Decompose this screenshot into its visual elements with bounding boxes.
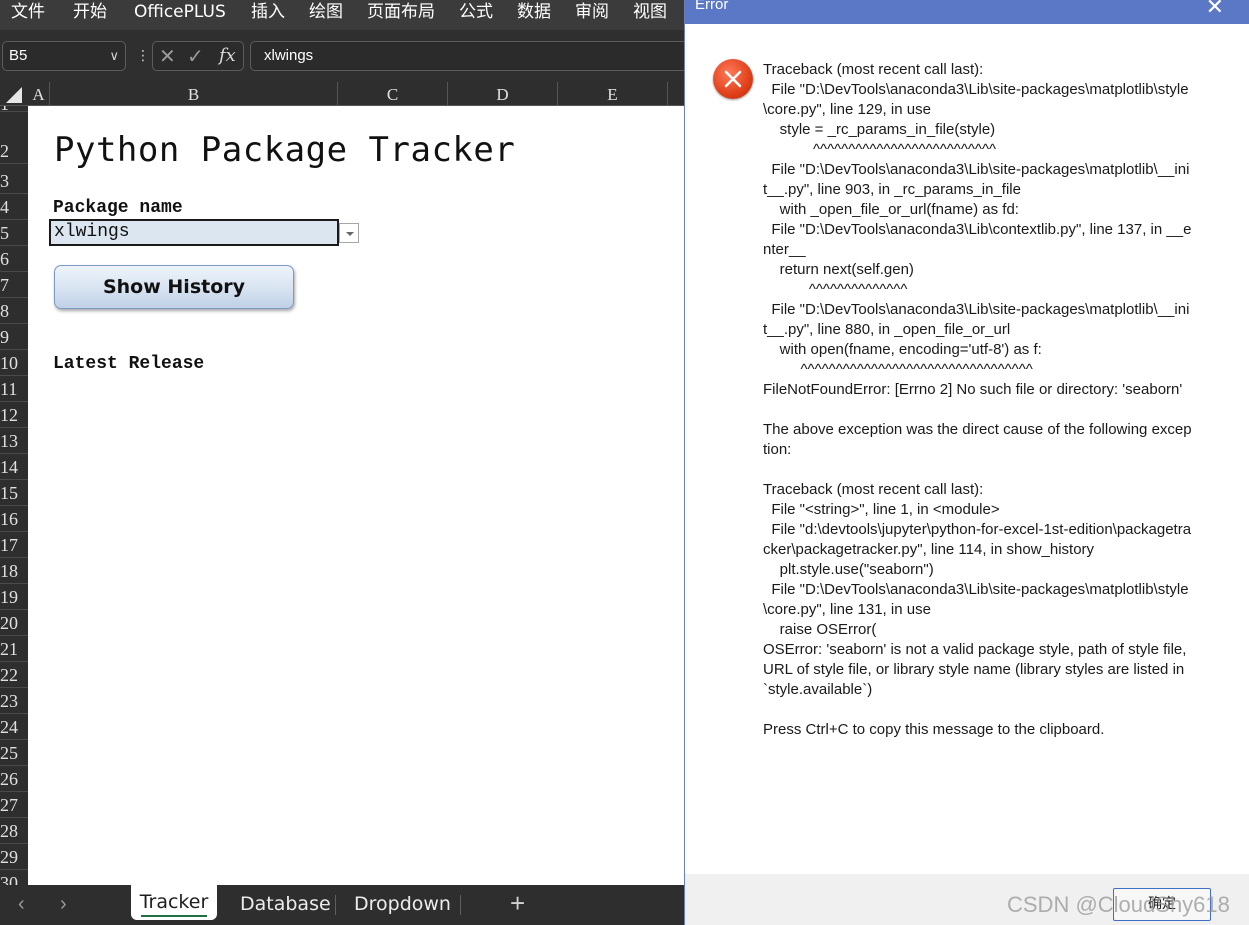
row-header[interactable]: 21: [0, 636, 28, 662]
page-title: Python Package Tracker: [54, 130, 516, 170]
row-header[interactable]: 23: [0, 688, 28, 714]
menu-review[interactable]: 审阅: [575, 0, 609, 26]
error-icon: [713, 59, 753, 99]
tab-divider: [335, 895, 336, 915]
chevron-down-icon[interactable]: ∨: [109, 42, 119, 70]
cancel-icon[interactable]: ✕: [159, 44, 176, 69]
dialog-footer: 确定 CSDN @CloudShy618: [685, 874, 1249, 925]
row-header[interactable]: 28: [0, 818, 28, 844]
name-box[interactable]: B5 ∨: [2, 41, 126, 71]
row-header[interactable]: 11: [0, 376, 28, 402]
row-header[interactable]: 25: [0, 740, 28, 766]
sheet-tab-bar: ‹ › Tracker Database Dropdown +: [0, 885, 686, 925]
row-header[interactable]: 6: [0, 246, 28, 272]
tab-tracker-label: Tracker: [139, 891, 209, 913]
dropdown-arrow-icon[interactable]: [339, 223, 359, 243]
row-header[interactable]: 17: [0, 532, 28, 558]
column-header-c[interactable]: C: [338, 82, 448, 106]
error-message: Traceback (most recent call last): File …: [763, 61, 1192, 738]
active-tab-underline: [141, 915, 207, 917]
package-name-label: Package name: [53, 198, 183, 218]
row-header[interactable]: 20: [0, 610, 28, 636]
tab-tracker[interactable]: Tracker: [131, 885, 217, 920]
menu-draw[interactable]: 绘图: [309, 0, 343, 26]
row-headers: 1 2 3 4 5 6 7 8 9 10 11 12 13 14 15 16 1…: [0, 106, 28, 885]
package-name-cell[interactable]: xlwings: [49, 219, 339, 246]
row-header[interactable]: 16: [0, 506, 28, 532]
check-icon[interactable]: ✓: [187, 44, 204, 69]
watermark: CSDN @CloudShy618: [1007, 892, 1230, 917]
row-header[interactable]: 10: [0, 350, 28, 376]
menu-data[interactable]: 数据: [517, 0, 551, 26]
row-header[interactable]: 18: [0, 558, 28, 584]
menu-insert[interactable]: 插入: [251, 0, 285, 26]
column-header-a[interactable]: A: [28, 82, 50, 106]
error-dialog: Error ✕ Traceback (most recent call last…: [684, 0, 1249, 925]
row-header[interactable]: 8: [0, 298, 28, 324]
row-header[interactable]: 5: [0, 220, 28, 246]
latest-release-label: Latest Release: [53, 354, 205, 374]
tab-database[interactable]: Database: [240, 885, 331, 921]
row-header[interactable]: 4: [0, 194, 28, 220]
tab-divider: [460, 895, 461, 915]
dialog-title-bar: Error ✕: [685, 0, 1249, 24]
chevron-left-icon[interactable]: ‹: [18, 893, 25, 916]
column-header-e[interactable]: E: [558, 82, 668, 106]
more-options-icon[interactable]: ⋮: [136, 47, 150, 64]
row-header[interactable]: 14: [0, 454, 28, 480]
row-header[interactable]: 2: [0, 112, 28, 164]
close-icon[interactable]: ✕: [1206, 0, 1224, 20]
menu-file[interactable]: 文件: [11, 0, 45, 26]
chevron-right-icon[interactable]: ›: [60, 893, 67, 916]
row-header[interactable]: 29: [0, 844, 28, 870]
menu-formulas[interactable]: 公式: [459, 0, 493, 26]
menu-view[interactable]: 视图: [633, 0, 667, 26]
row-header[interactable]: 22: [0, 662, 28, 688]
menu-home[interactable]: 开始: [73, 0, 107, 26]
row-header[interactable]: 15: [0, 480, 28, 506]
add-sheet-button[interactable]: +: [510, 888, 525, 919]
column-header-d[interactable]: D: [448, 82, 558, 106]
select-all-button[interactable]: [0, 82, 28, 106]
menu-officeplus[interactable]: OfficePLUS: [134, 0, 226, 26]
insert-function-icon[interactable]: fx: [219, 45, 236, 66]
tab-dropdown[interactable]: Dropdown: [354, 885, 451, 921]
formula-buttons: ✕ ✓ fx: [152, 41, 244, 71]
row-header[interactable]: 24: [0, 714, 28, 740]
name-box-value: B5: [9, 47, 28, 64]
dialog-title: Error: [695, 0, 729, 13]
row-header[interactable]: 12: [0, 402, 28, 428]
row-header[interactable]: 3: [0, 168, 28, 194]
column-header-b[interactable]: B: [50, 82, 338, 106]
show-history-button[interactable]: Show History: [54, 265, 294, 309]
row-header[interactable]: 13: [0, 428, 28, 454]
row-header[interactable]: 26: [0, 766, 28, 792]
worksheet-area[interactable]: Python Package Tracker Package name xlwi…: [28, 106, 688, 885]
row-header[interactable]: 30: [0, 870, 28, 885]
row-header[interactable]: 7: [0, 272, 28, 298]
row-header[interactable]: 19: [0, 584, 28, 610]
row-header[interactable]: 9: [0, 324, 28, 350]
row-header[interactable]: 27: [0, 792, 28, 818]
menu-page-layout[interactable]: 页面布局: [367, 0, 435, 26]
